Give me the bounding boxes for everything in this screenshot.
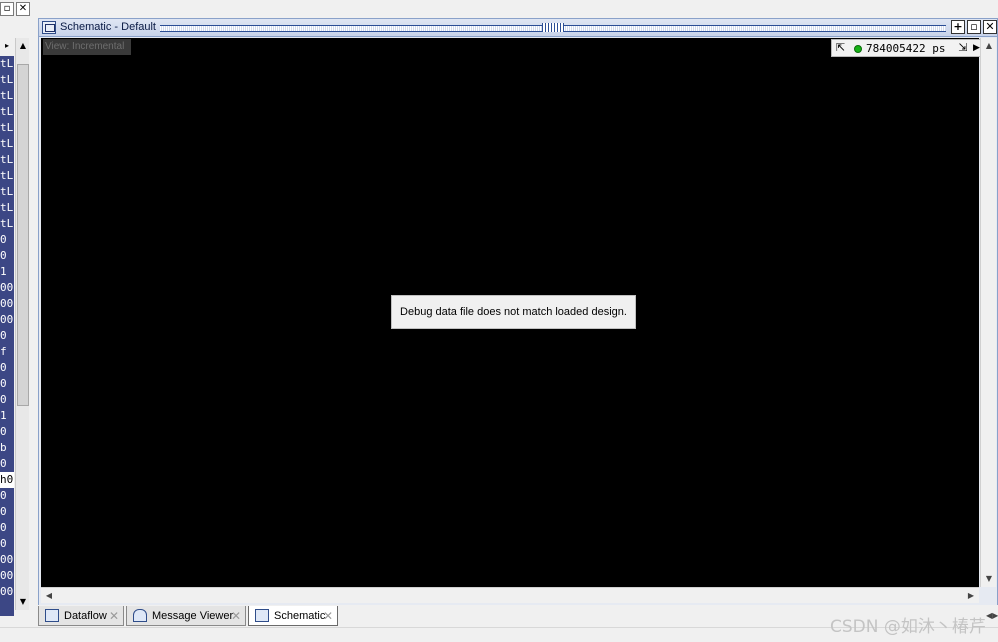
signal-value[interactable]: tL xyxy=(0,120,14,136)
signal-value[interactable]: tL xyxy=(0,200,14,216)
scroll-thumb[interactable] xyxy=(17,64,29,406)
tab-message-viewer[interactable]: Message Viewer ✕ xyxy=(126,606,246,626)
tab-label: Message Viewer xyxy=(152,610,234,622)
add-button[interactable]: + xyxy=(951,20,965,34)
signal-value[interactable]: tL xyxy=(0,104,14,120)
scroll-right-icon[interactable]: ◀▶ xyxy=(986,606,998,626)
signal-value[interactable]: 0 xyxy=(0,536,14,552)
signal-value[interactable]: 0 xyxy=(0,424,14,440)
message-viewer-icon xyxy=(133,609,147,622)
current-time: 784005422 ps xyxy=(866,42,946,55)
view-mode-label: View: Incremental xyxy=(43,39,131,55)
float-button[interactable]: ▫ xyxy=(0,2,14,16)
schematic-canvas[interactable]: View: Incremental ⇱ 784005422 ps ⇲ ▶ Deb… xyxy=(41,38,981,587)
tab-dataflow[interactable]: Dataflow ✕ xyxy=(38,606,124,626)
schematic-horizontal-scrollbar[interactable]: ◀ ▶ xyxy=(41,587,979,603)
signal-value[interactable]: f xyxy=(0,344,14,360)
time-cursor-box: ⇱ 784005422 ps ⇲ ▶ xyxy=(831,39,981,57)
status-dot-icon xyxy=(854,45,862,53)
scroll-right-icon[interactable]: ▶ xyxy=(963,588,979,603)
close-icon[interactable]: ✕ xyxy=(323,606,333,626)
signal-value[interactable]: 1 xyxy=(0,408,14,424)
signal-values-column: tL tL tL tL tL tL tL tL tL tL tL 0 0 1 00 00 00 0 f 0 0 0 1 0 b 0… xyxy=(0,56,14,616)
scroll-down-icon[interactable]: ▼ xyxy=(16,594,30,610)
dataflow-icon xyxy=(45,609,59,622)
watermark: CSDN @如沐丶椿芹 xyxy=(830,617,986,637)
close-icon[interactable]: ✕ xyxy=(109,606,119,626)
signal-value[interactable]: 1 xyxy=(0,264,14,280)
grip-knob[interactable] xyxy=(542,23,564,32)
wave-pane-partial: ▫ ✕ ▸ tL tL tL tL tL tL tL tL tL tL tL 0 0 1 00 00 00 0 f 0… xyxy=(0,2,32,616)
signal-value[interactable]: 0 xyxy=(0,456,14,472)
schematic-icon xyxy=(255,609,269,622)
signal-value[interactable]: 00 xyxy=(0,312,14,328)
signal-value[interactable]: 0 xyxy=(0,248,14,264)
close-icon[interactable]: ✕ xyxy=(231,606,241,626)
goto-time-icon[interactable]: ⇲ xyxy=(956,41,970,55)
expand-arrow-icon[interactable]: ▸ xyxy=(0,38,14,54)
titlebar-grip[interactable] xyxy=(160,23,946,32)
signal-value[interactable]: 0 xyxy=(0,328,14,344)
signal-value[interactable]: tL xyxy=(0,56,14,72)
signal-value[interactable]: 00 xyxy=(0,584,14,600)
wave-vertical-scrollbar[interactable]: ▲ ▼ xyxy=(15,38,29,610)
signal-value[interactable]: tL xyxy=(0,136,14,152)
scroll-down-icon[interactable]: ▼ xyxy=(982,571,996,587)
tab-schematic[interactable]: Schematic ✕ xyxy=(248,606,338,626)
signal-value[interactable]: tL xyxy=(0,72,14,88)
signal-value[interactable]: 00 xyxy=(0,280,14,296)
signal-value[interactable]: 00 xyxy=(0,568,14,584)
signal-value[interactable]: 0 xyxy=(0,520,14,536)
signal-value[interactable]: 0 xyxy=(0,504,14,520)
scroll-left-icon[interactable]: ◀ xyxy=(41,588,57,603)
debug-message-box: Debug data file does not match loaded de… xyxy=(391,295,636,329)
wave-pane-header: ▫ ✕ xyxy=(0,2,32,36)
signal-value[interactable]: b xyxy=(0,440,14,456)
signal-value[interactable]: 00 xyxy=(0,296,14,312)
close-button[interactable]: ✕ xyxy=(16,2,30,16)
schematic-titlebar[interactable]: Schematic - Default + ▫ ✕ xyxy=(39,19,997,37)
tab-label: Schematic xyxy=(274,610,326,622)
cursor-icon[interactable]: ⇱ xyxy=(836,42,848,54)
signal-value[interactable]: tL xyxy=(0,184,14,200)
window-title: Schematic - Default xyxy=(60,21,156,33)
schematic-icon xyxy=(42,21,56,34)
signal-value[interactable]: tL xyxy=(0,152,14,168)
signal-value[interactable]: tL xyxy=(0,216,14,232)
signal-value[interactable]: tL xyxy=(0,168,14,184)
signal-value[interactable]: 0 xyxy=(0,376,14,392)
signal-value[interactable]: 0 xyxy=(0,488,14,504)
signal-value[interactable]: 0 xyxy=(0,392,14,408)
schematic-vertical-scrollbar[interactable]: ▲ ▼ xyxy=(980,38,996,587)
close-button[interactable]: ✕ xyxy=(983,20,997,34)
schematic-window: Schematic - Default + ▫ ✕ View: Incremen… xyxy=(38,18,998,610)
app-root: ▫ ✕ ▸ tL tL tL tL tL tL tL tL tL tL tL 0 0 1 00 00 00 0 f 0… xyxy=(0,0,998,642)
signal-value[interactable]: 00 xyxy=(0,552,14,568)
signal-value[interactable]: 0 xyxy=(0,232,14,248)
tab-label: Dataflow xyxy=(64,610,107,622)
scroll-up-icon[interactable]: ▲ xyxy=(16,38,30,54)
signal-value[interactable]: h0 xyxy=(0,472,14,488)
signal-value[interactable]: 0 xyxy=(0,360,14,376)
scroll-up-icon[interactable]: ▲ xyxy=(982,38,996,54)
signal-value[interactable]: tL xyxy=(0,88,14,104)
float-button[interactable]: ▫ xyxy=(967,20,981,34)
